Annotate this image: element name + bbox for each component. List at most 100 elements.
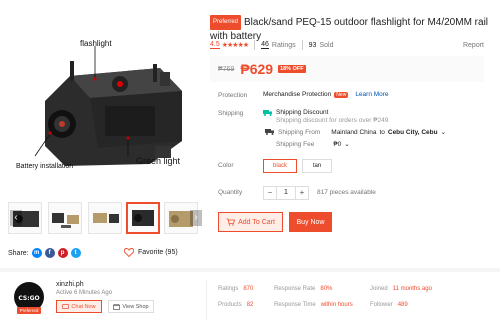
divider (301, 40, 303, 50)
star-rating-icon: ★★★★★ (221, 42, 249, 49)
ratings-count[interactable]: 46 (261, 41, 269, 49)
shipping-discount-sub: Shipping discount for orders over ₱249 (276, 117, 389, 124)
stat-value: 489 (397, 302, 408, 308)
thumbnail-3[interactable] (88, 202, 122, 234)
product-card: flashlight Battery installation Green li… (0, 0, 500, 268)
report-link[interactable]: Report (463, 42, 484, 49)
protection-value: Merchandise Protection (263, 91, 332, 98)
quantity-input[interactable]: 1 (277, 186, 295, 200)
facebook-icon[interactable]: f (44, 248, 55, 258)
stat-value: within hours (320, 302, 353, 308)
share-bar: Share: m f p t (8, 248, 81, 258)
chat-now-button[interactable]: Chat Now (56, 300, 102, 313)
sold-label: Sold (319, 41, 334, 49)
shop-stat-response-time: Response Time within hours (274, 302, 353, 308)
favorite-label: Favorite (95) (138, 249, 178, 256)
chevron-down-icon[interactable]: ⌄ (441, 128, 446, 136)
callout-green-light: Green light (136, 156, 181, 166)
color-label: Color (218, 162, 234, 169)
stat-label: Joined (370, 286, 388, 292)
increase-button[interactable]: + (295, 186, 309, 200)
discount-badge: 18% OFF (278, 65, 306, 73)
original-price: ₱769 (218, 65, 235, 73)
protection-label: Protection (218, 92, 248, 99)
shipping-fee-value: ₱0 (333, 140, 342, 148)
stat-value: 82 (246, 302, 254, 308)
thumbnail-2[interactable] (48, 202, 82, 234)
shipping-to: to (379, 128, 385, 136)
thumbnail-next-icon[interactable]: › (190, 210, 202, 226)
product-title-text: Black/sand PEQ-15 outdoor flashlight for… (210, 17, 489, 42)
shipping-fee-row: Shipping Fee ₱0 ⌄ (276, 140, 350, 149)
shipping-fee-label: Shipping Fee (276, 140, 315, 148)
buy-now-label: Buy Now (296, 218, 325, 226)
preferred-badge: Preferred (210, 15, 242, 30)
shop-stat-ratings: Ratings 870 (218, 286, 253, 292)
chat-icon (62, 303, 70, 309)
learn-more-link[interactable]: Learn More (355, 91, 388, 98)
shipping-discount: Shipping Discount (276, 109, 329, 116)
shipping-label: Shipping (218, 110, 244, 117)
rating-value[interactable]: 4.5 (210, 41, 220, 49)
favorite-button[interactable]: Favorite (95) (124, 248, 178, 257)
shipping-discount-row: Shipping Discount (263, 109, 328, 116)
price-box: ₱769 ₱629 18% OFF (210, 56, 484, 82)
stat-label: Response Time (274, 302, 316, 308)
cart-icon (226, 218, 236, 226)
messenger-icon[interactable]: m (31, 248, 42, 258)
shop-stat-products: Products 82 (218, 302, 253, 308)
stat-value: 870 (243, 286, 254, 292)
shop-stat-follower: Follower 489 (370, 302, 408, 308)
shipping-from-label: Shipping From (278, 128, 321, 136)
shop-preferred-badge: Preferred (17, 307, 41, 314)
new-tag: New (334, 91, 349, 98)
stat-value: 80% (320, 286, 333, 292)
available-stock: 817 pieces available (317, 189, 376, 196)
shipping-city[interactable]: Cebu City, Cebu (388, 129, 438, 136)
shipping-from-row: Shipping From Mainland China to Cebu Cit… (265, 128, 446, 136)
delivery-truck-icon (265, 129, 274, 135)
thumbnail-4-active[interactable] (126, 202, 160, 234)
svg-text:CS:GO: CS:GO (18, 295, 39, 302)
quantity-label: Quantity (218, 189, 243, 196)
stat-value: 11 months ago (392, 286, 432, 292)
truck-icon (263, 110, 272, 116)
shop-active-status: Active 6 Minutes Ago (56, 290, 113, 296)
share-label: Share: (8, 249, 29, 257)
shop-stat-response-rate: Response Rate 80% (274, 286, 332, 292)
chevron-down-icon[interactable]: ⌄ (344, 140, 349, 148)
decrease-button[interactable]: − (263, 186, 277, 200)
stat-label: Ratings (218, 286, 239, 292)
twitter-icon[interactable]: t (70, 248, 81, 258)
color-option-tan[interactable]: tan (302, 159, 332, 173)
product-main-image[interactable]: flashlight Battery installation Green li… (10, 6, 200, 196)
add-to-cart-label: Add To Cart (238, 218, 275, 226)
divider (206, 280, 207, 320)
buy-now-button[interactable]: Buy Now (289, 212, 332, 232)
shop-name[interactable]: xinzhi.ph (56, 281, 84, 288)
product-title: Preferred Black/sand PEQ-15 outdoor flash… (210, 15, 490, 43)
current-price: ₱629 (240, 61, 274, 77)
stat-label: Response Rate (274, 286, 316, 292)
stat-label: Products (218, 302, 242, 308)
product-stats: 4.5 ★★★★★ 46 Ratings 93 Sold Report (210, 40, 484, 50)
shop-icon (113, 303, 121, 310)
callout-battery: Battery installation (16, 163, 74, 170)
callout-flashlight: flashlight (80, 39, 112, 48)
chat-now-label: Chat Now (71, 303, 96, 310)
heart-icon (124, 248, 134, 257)
quantity-stepper: − 1 + (263, 186, 309, 200)
view-shop-label: View Shop (122, 303, 149, 310)
color-option-black[interactable]: black (263, 159, 297, 173)
sold-count: 93 (308, 41, 317, 49)
thumbnail-prev-icon[interactable]: ‹ (10, 210, 22, 226)
view-shop-button[interactable]: View Shop (108, 300, 154, 313)
add-to-cart-button[interactable]: Add To Cart (218, 212, 283, 232)
stat-label: Follower (370, 302, 393, 308)
protection-row: Merchandise Protection New Learn More (263, 91, 389, 98)
shop-stat-joined: Joined 11 months ago (370, 286, 432, 292)
shipping-from-value: Mainland China (331, 128, 377, 136)
shop-card: CS:GO Preferred xinzhi.ph Active 6 Minut… (0, 272, 500, 330)
pinterest-icon[interactable]: p (57, 248, 68, 258)
product-page: flashlight Battery installation Green li… (0, 0, 500, 330)
